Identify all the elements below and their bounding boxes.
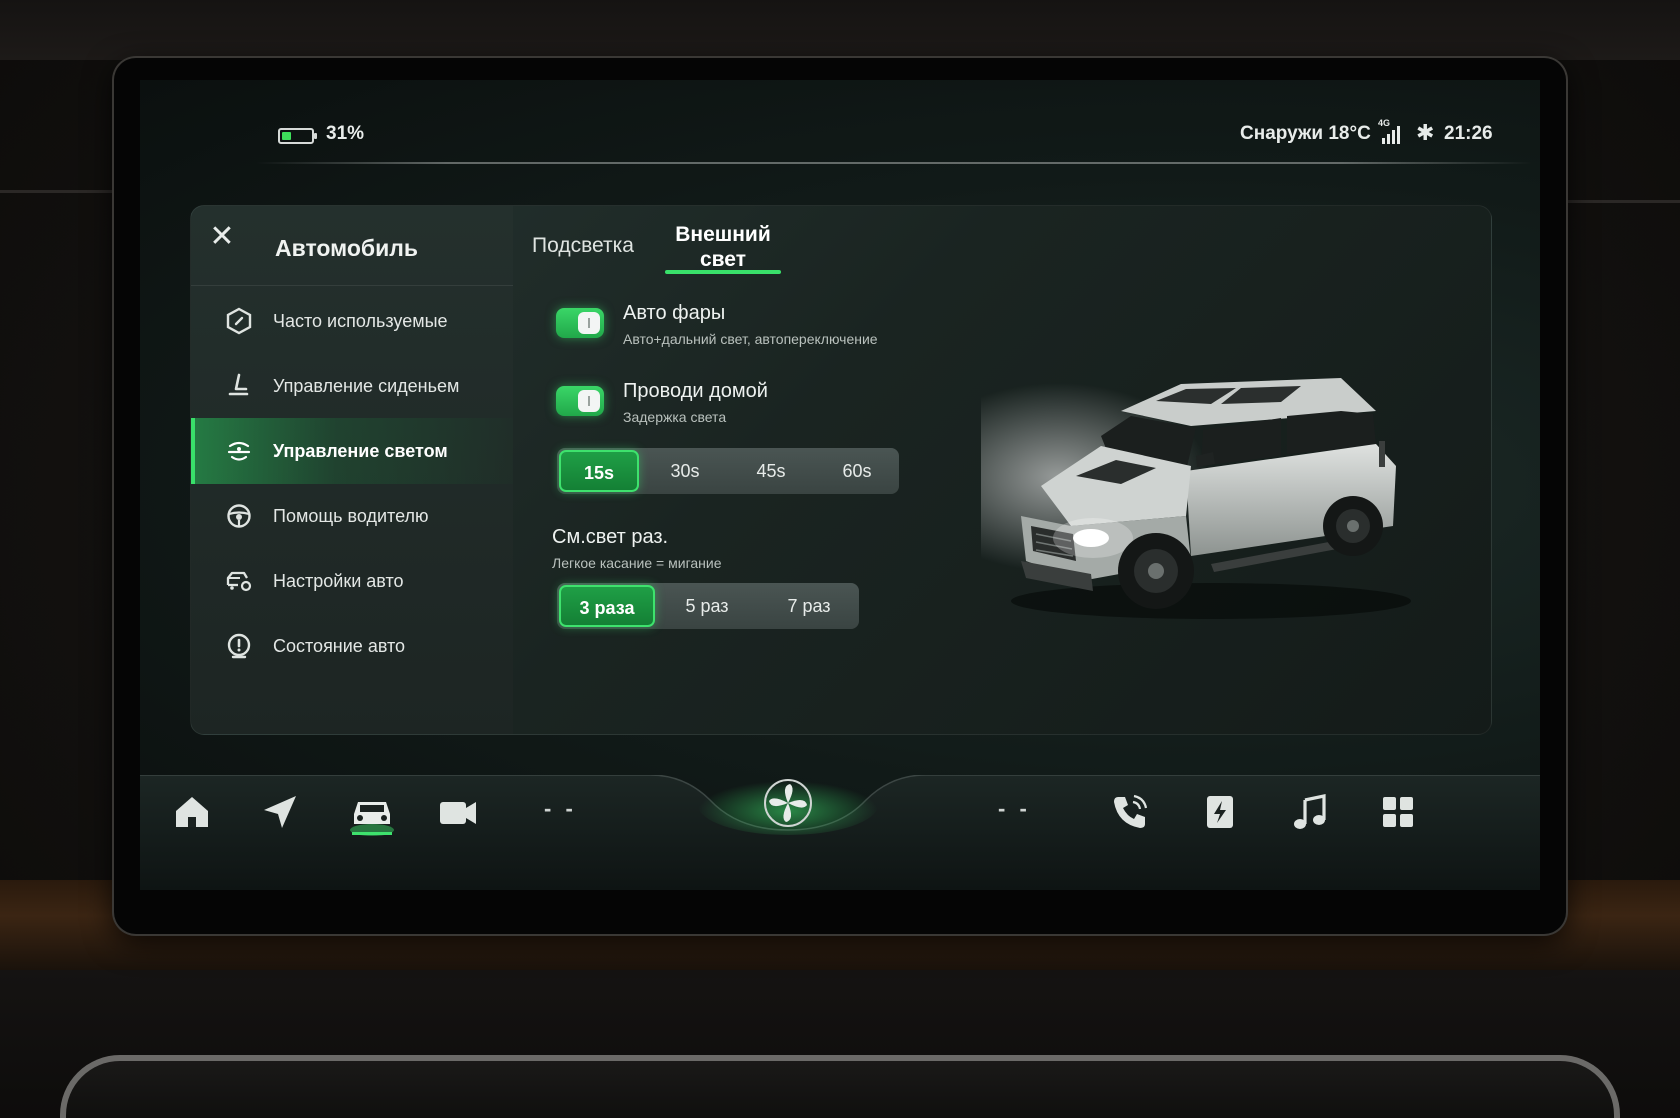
sidebar-title: Автомобиль	[275, 235, 419, 261]
sidebar-item-frequently-used[interactable]: Часто используемые	[191, 288, 513, 354]
active-tab-indicator	[665, 270, 781, 274]
follow-me-home-subtitle: Задержка света	[623, 409, 727, 425]
tab-label: Подсветка	[532, 234, 634, 257]
battery-level-fill	[282, 132, 291, 140]
delay-option-30s[interactable]: 30s	[643, 448, 727, 494]
car-settings-icon	[226, 571, 252, 592]
navigation-icon[interactable]	[260, 792, 300, 832]
follow-me-home-title: Проводи домой	[623, 380, 768, 402]
battery-percent: 31%	[326, 123, 365, 144]
tab-label-line2: свет	[700, 248, 746, 271]
auto-headlights-subtitle: Авто+дальний свет, автопереключение	[623, 331, 878, 347]
infotainment-screen: 31% Снаружи 18°C 4G ✱ 21:26 ✕ Автомобиль…	[140, 80, 1540, 890]
dashboard-top-trim	[0, 0, 1680, 60]
sidebar-item-light-control[interactable]: Управление светом	[191, 418, 513, 484]
flash-option-3[interactable]: 3 раза	[559, 585, 655, 627]
headlight-icon	[227, 441, 251, 461]
delay-option-60s[interactable]: 60s	[815, 448, 899, 494]
vehicle-settings-panel: ✕ Автомобиль Часто используемые Управлен…	[190, 205, 1492, 735]
sidebar-item-label: Управление светом	[273, 441, 448, 461]
sidebar-item-car-settings[interactable]: Настройки авто	[191, 548, 513, 614]
flash-count-selector: 3 раза 5 раз 7 раз	[557, 583, 859, 629]
sidebar-item-label: Настройки авто	[273, 571, 404, 591]
home-icon[interactable]	[172, 792, 212, 832]
interior-stitching-right	[1560, 200, 1680, 203]
sidebar-item-label: Помощь водителю	[273, 506, 429, 526]
tab-label-line1: Внешний	[675, 223, 771, 246]
clock: 21:26	[1444, 123, 1493, 144]
battery-icon	[278, 128, 317, 144]
left-climate-temp[interactable]: - -	[544, 796, 577, 822]
steering-wheel-icon	[227, 504, 251, 528]
seat-icon	[228, 373, 249, 396]
sidebar-item-seat-control[interactable]: Управление сиденьем	[191, 353, 513, 419]
tab-exterior-light[interactable]: Внешний свет	[661, 206, 785, 286]
follow-me-home-toggle[interactable]	[556, 386, 604, 416]
sidebar-header: ✕ Автомобиль	[191, 206, 513, 286]
sidebar-item-car-status[interactable]: Состояние авто	[191, 613, 513, 679]
car-status-icon	[227, 633, 251, 659]
delay-option-45s[interactable]: 45s	[729, 448, 813, 494]
status-divider	[256, 162, 1532, 164]
fan-icon[interactable]	[763, 778, 813, 828]
sidebar-item-label: Часто используемые	[273, 311, 448, 331]
tab-backlight[interactable]: Подсветка	[527, 206, 639, 286]
sidebar-item-driver-assist[interactable]: Помощь водителю	[191, 483, 513, 549]
hexagon-icon	[226, 307, 252, 335]
phone-icon[interactable]	[1110, 792, 1150, 832]
outside-temperature: Снаружи 18°C	[1240, 123, 1371, 144]
apps-grid-icon[interactable]	[1378, 792, 1418, 832]
sidebar: ✕ Автомобиль Часто используемые Управлен…	[191, 206, 513, 734]
sidebar-item-label: Управление сиденьем	[273, 376, 460, 396]
auto-headlights-title: Авто фары	[623, 302, 726, 324]
signal-icon: 4G	[1378, 118, 1404, 144]
auto-headlights-toggle[interactable]	[556, 308, 604, 338]
delay-option-15s[interactable]: 15s	[559, 450, 639, 492]
status-bar: 31% Снаружи 18°C 4G ✱ 21:26	[140, 80, 1540, 160]
charging-icon[interactable]	[1200, 792, 1240, 832]
network-type: 4G	[1378, 118, 1391, 128]
close-icon[interactable]: ✕	[209, 222, 235, 252]
center-air-vent	[60, 1055, 1620, 1118]
lane-change-flash-title: См.свет раз.	[552, 526, 669, 548]
music-icon[interactable]	[1290, 792, 1330, 832]
bluetooth-icon: ✱	[1416, 120, 1435, 145]
light-delay-selector: 15s 30s 45s 60s	[557, 448, 899, 494]
interior-stitching-left	[0, 190, 130, 193]
vehicle-image	[981, 356, 1411, 626]
lane-change-flash-subtitle: Легкое касание = мигание	[552, 555, 722, 571]
right-climate-temp[interactable]: - -	[998, 796, 1031, 822]
flash-option-5[interactable]: 5 раз	[657, 583, 757, 629]
vehicle-icon[interactable]	[348, 792, 396, 836]
camera-icon[interactable]	[438, 792, 478, 832]
flash-option-7[interactable]: 7 раз	[759, 583, 859, 629]
sidebar-item-label: Состояние авто	[273, 636, 406, 656]
